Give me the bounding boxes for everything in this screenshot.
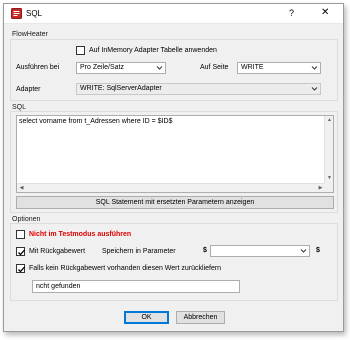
ok-button[interactable]: OK — [124, 311, 169, 324]
fallback-value-text: ncht gefunden — [36, 283, 81, 290]
sql-horizontal-scrollbar[interactable]: ◀ ▶ — [17, 183, 325, 192]
inmemory-checkbox[interactable] — [76, 46, 85, 55]
scroll-left-arrow-icon[interactable]: ◀ — [17, 184, 26, 193]
flowheater-app-icon — [11, 8, 22, 19]
flowheater-group-label: FlowHeater — [12, 31, 48, 38]
ausfuehren-label: Ausführen bei — [16, 64, 60, 71]
close-button[interactable]: ✕ — [321, 7, 329, 18]
fallback-value-input[interactable]: ncht gefunden — [32, 280, 240, 293]
seite-select[interactable]: WRITE — [237, 62, 321, 74]
checkmark-icon — [18, 249, 25, 256]
help-button[interactable]: ? — [289, 8, 294, 18]
inmemory-checkbox-label: Auf InMemory Adapter Tabelle anwenden — [89, 47, 217, 54]
testmodus-label: Nicht im Testmodus ausführen — [29, 231, 132, 238]
dollar-prefix: $ — [203, 247, 207, 254]
window-title: SQL — [26, 9, 43, 18]
adapter-select[interactable]: WRITE: SqlServerAdapter — [76, 83, 321, 95]
sql-group-label: SQL — [12, 104, 27, 111]
chevron-down-icon — [156, 66, 163, 70]
adapter-label: Adapter — [16, 86, 41, 93]
dollar-suffix: $ — [316, 247, 320, 254]
rueckgabewert-label: Mit Rückgabewert — [29, 248, 86, 255]
chevron-down-icon — [311, 66, 318, 70]
ausfuehren-select[interactable]: Pro Zeile/Satz — [76, 62, 166, 74]
parameter-select[interactable] — [210, 245, 310, 257]
testmodus-checkbox[interactable] — [16, 230, 25, 239]
chevron-down-icon — [311, 87, 318, 91]
chevron-down-icon — [300, 249, 307, 253]
ausfuehren-value: Pro Zeile/Satz — [80, 64, 124, 71]
speichern-label: Speichern in Parameter — [102, 248, 176, 255]
seite-value: WRITE — [241, 64, 264, 71]
cancel-button[interactable]: Abbrechen — [176, 311, 225, 324]
show-sql-with-parameters-button[interactable]: SQL Statement mit ersetzten Parametern a… — [16, 196, 334, 209]
scroll-up-arrow-icon[interactable]: ▲ — [325, 116, 334, 125]
sql-statement-text: select vorname from t_Adressen where ID … — [19, 118, 173, 125]
sql-dialog-window: SQL ? ✕ FlowHeater Auf InMemory Adapter … — [3, 3, 344, 332]
rueckgabewert-checkbox[interactable] — [16, 247, 25, 256]
fallback-checkbox[interactable] — [16, 264, 25, 273]
sql-statement-editor[interactable]: select vorname from t_Adressen where ID … — [16, 115, 334, 193]
adapter-value: WRITE: SqlServerAdapter — [80, 85, 162, 92]
scroll-down-arrow-icon[interactable]: ▼ — [325, 174, 334, 183]
seite-label: Auf Seite — [200, 64, 229, 71]
checkmark-icon — [18, 266, 25, 273]
sql-vertical-scrollbar[interactable]: ▲ ▼ — [324, 116, 333, 192]
fallback-label: Falls kein Rückgabewert vorhanden diesen… — [29, 265, 222, 272]
scroll-corner — [324, 183, 333, 192]
title-bar[interactable]: SQL ? ✕ — [4, 4, 343, 24]
optionen-group-label: Optionen — [12, 216, 41, 223]
